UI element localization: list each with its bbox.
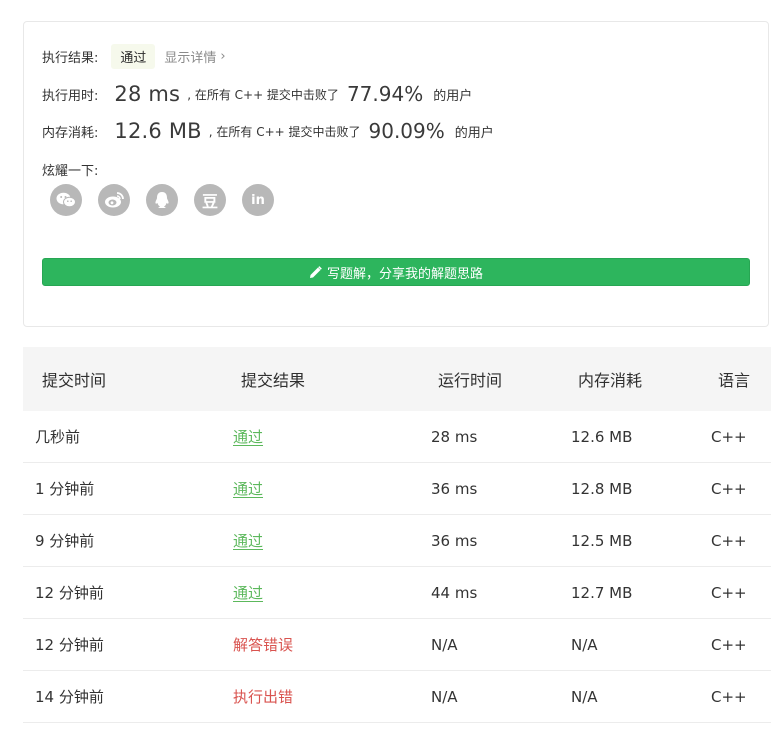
runtime-percent: 77.94%	[346, 82, 424, 106]
pencil-icon	[309, 265, 322, 279]
linkedin-glyph: in	[251, 192, 265, 208]
cell-language: C++	[711, 583, 747, 602]
cell-time: 9 分钟前	[35, 532, 95, 550]
cell-memory: N/A	[571, 687, 598, 706]
cell-memory: 12.6 MB	[571, 427, 633, 446]
cell-time: 14 分钟前	[35, 688, 104, 706]
cell-language: C++	[711, 687, 747, 706]
cell-runtime: N/A	[431, 635, 458, 654]
cell-result-link[interactable]: 通过	[233, 463, 263, 514]
cell-language: C++	[711, 531, 747, 550]
memory-value: 12.6 MB	[114, 119, 202, 143]
write-solution-button[interactable]: 写题解，分享我的解题思路	[42, 258, 750, 286]
header-language: 语言	[718, 371, 751, 390]
qq-icon[interactable]	[146, 184, 178, 216]
cell-language: C++	[711, 427, 747, 446]
runtime-row: 执行用时: 28 ms , 在所有 C++ 提交中击败了 77.94% 的用户	[42, 82, 472, 106]
cell-time: 12 分钟前	[35, 636, 104, 654]
runtime-users-text: 的用户	[433, 88, 473, 104]
runtime-label: 执行用时:	[42, 88, 99, 104]
header-memory: 内存消耗	[578, 371, 643, 390]
status-badge: 通过	[111, 44, 156, 69]
cell-result-link[interactable]: 解答错误	[233, 619, 293, 670]
cell-memory: 12.5 MB	[571, 531, 633, 550]
table-header: 提交时间 提交结果 运行时间 内存消耗 语言	[23, 347, 771, 411]
cell-memory: N/A	[571, 635, 598, 654]
cell-time: 几秒前	[35, 428, 81, 446]
result-label: 执行结果:	[42, 51, 99, 66]
linkedin-icon[interactable]: in	[242, 184, 274, 216]
share-label-row: 炫耀一下:	[42, 160, 98, 179]
cell-result-link[interactable]: 通过	[233, 515, 263, 566]
cell-memory: 12.8 MB	[571, 479, 633, 498]
submissions-table: 提交时间 提交结果 运行时间 内存消耗 语言 几秒前 通过 28 ms 12.6…	[23, 347, 771, 723]
chevron-right-icon[interactable]: ›	[220, 49, 225, 64]
memory-label: 内存消耗:	[42, 125, 99, 141]
cell-time: 12 分钟前	[35, 584, 104, 602]
memory-beat-text: , 在所有 C++ 提交中击败了	[208, 124, 361, 139]
share-buttons: 豆 in	[50, 184, 274, 216]
memory-percent: 90.09%	[368, 119, 445, 143]
cell-result-link[interactable]: 执行出错	[233, 671, 293, 722]
cell-runtime: 36 ms	[431, 531, 478, 550]
cell-runtime: 36 ms	[431, 479, 478, 498]
weibo-icon[interactable]	[98, 184, 130, 216]
share-label: 炫耀一下:	[42, 164, 99, 179]
header-submit-time: 提交时间	[42, 371, 107, 390]
result-row: 执行结果: 通过 显示详情 ›	[42, 44, 226, 69]
cell-language: C++	[711, 479, 747, 498]
cell-time: 1 分钟前	[35, 480, 95, 498]
table-row: 14 分钟前 执行出错 N/A N/A C++	[23, 671, 771, 723]
cell-result-link[interactable]: 通过	[233, 567, 263, 618]
memory-users-text: 的用户	[454, 125, 494, 141]
submission-result-card: 执行结果: 通过 显示详情 › 执行用时: 28 ms , 在所有 C++ 提交…	[23, 21, 769, 327]
cell-result-link[interactable]: 通过	[233, 411, 263, 462]
memory-row: 内存消耗: 12.6 MB , 在所有 C++ 提交中击败了 90.09% 的用…	[42, 119, 494, 143]
table-row: 12 分钟前 通过 44 ms 12.7 MB C++	[23, 567, 771, 619]
cell-runtime: 28 ms	[431, 427, 478, 446]
header-submit-result: 提交结果	[241, 371, 306, 390]
cell-language: C++	[711, 635, 747, 654]
table-row: 1 分钟前 通过 36 ms 12.8 MB C++	[23, 463, 771, 515]
write-solution-label: 写题解，分享我的解题思路	[326, 266, 483, 282]
douban-glyph: 豆	[201, 192, 218, 211]
show-details-link[interactable]: 显示详情	[164, 47, 216, 66]
runtime-value: 28 ms	[114, 82, 181, 106]
cell-runtime: 44 ms	[431, 583, 478, 602]
wechat-icon[interactable]	[50, 184, 82, 216]
runtime-beat-text: , 在所有 C++ 提交中击败了	[187, 87, 339, 102]
header-runtime: 运行时间	[438, 371, 503, 390]
table-row: 12 分钟前 解答错误 N/A N/A C++	[23, 619, 771, 671]
table-row: 9 分钟前 通过 36 ms 12.5 MB C++	[23, 515, 771, 567]
cell-memory: 12.7 MB	[571, 583, 633, 602]
cell-runtime: N/A	[431, 687, 458, 706]
table-row: 几秒前 通过 28 ms 12.6 MB C++	[23, 411, 771, 463]
douban-icon[interactable]: 豆	[194, 184, 226, 216]
